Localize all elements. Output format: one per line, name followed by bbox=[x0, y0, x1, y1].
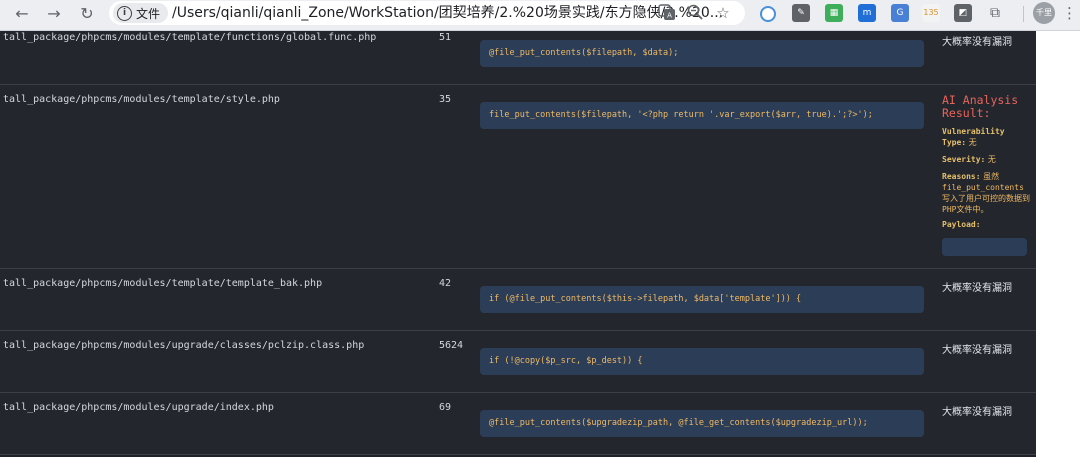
reload-icon[interactable]: ↻ bbox=[75, 2, 99, 26]
toolbar-separator bbox=[1023, 6, 1024, 22]
more-menu-icon[interactable]: ⋮ bbox=[1062, 3, 1077, 23]
page-right-margin bbox=[1036, 31, 1080, 457]
verdict-text: 大概率没有漏洞 bbox=[942, 283, 1012, 294]
table-row: tall_package/phpcms/modules/template/tem… bbox=[0, 269, 1036, 331]
severity-value: 无 bbox=[987, 155, 996, 164]
code-snippet: @file_put_contents($filepath, $data); bbox=[480, 40, 924, 67]
file-path: tall_package/phpcms/modules/template/tem… bbox=[3, 278, 323, 289]
url-text[interactable]: /Users/qianli/qianli_Zone/WorkStation/团契… bbox=[172, 3, 723, 23]
table-row: tall_package/phpcms/modules/template/sty… bbox=[0, 85, 1036, 269]
ai-analysis: AI Analysis Result: Vulnerability Type: … bbox=[942, 94, 1030, 256]
verdict-text: 大概率没有漏洞 bbox=[942, 37, 1012, 48]
table-row: tall_package/phpcms/modules/template/fun… bbox=[0, 31, 1036, 85]
code-snippet: if (@file_put_contents($this->filepath, … bbox=[480, 286, 924, 313]
results-table: tall_package/phpcms/modules/template/fun… bbox=[0, 31, 1036, 455]
table-row: tall_package/phpcms/modules/upgrade/clas… bbox=[0, 331, 1036, 393]
code-snippet: @file_put_contents($upgradezip_path, @fi… bbox=[480, 410, 924, 437]
verdict-text: 大概率没有漏洞 bbox=[942, 345, 1012, 356]
file-path: tall_package/phpcms/modules/template/fun… bbox=[3, 32, 377, 43]
bookmark-star-icon[interactable]: ☆ bbox=[713, 3, 733, 23]
edit-ext-icon[interactable]: ✎ bbox=[792, 4, 810, 22]
line-number: 69 bbox=[439, 402, 452, 413]
table-row: tall_package/phpcms/modules/upgrade/inde… bbox=[0, 393, 1036, 455]
file-chip-label: 文件 bbox=[136, 6, 161, 21]
circle-ext-icon[interactable] bbox=[760, 6, 776, 22]
m-ext-icon[interactable]: m bbox=[858, 4, 876, 22]
verdict-text: 大概率没有漏洞 bbox=[942, 407, 1012, 418]
line-number: 35 bbox=[439, 94, 452, 105]
image-ext-icon[interactable]: ◩ bbox=[954, 4, 972, 22]
line-number: 42 bbox=[439, 278, 452, 289]
code-snippet: if (!@copy($p_src, $p_dest)) { bbox=[480, 348, 924, 375]
file-path: tall_package/phpcms/modules/upgrade/clas… bbox=[3, 340, 365, 351]
payload-box bbox=[942, 238, 1027, 256]
line-number: 51 bbox=[439, 32, 452, 43]
page-content: tall_package/phpcms/modules/template/fun… bbox=[0, 31, 1080, 457]
reasons-label: Reasons: bbox=[942, 172, 981, 181]
line-number: 5624 bbox=[439, 340, 464, 351]
profile-avatar[interactable]: 千里 bbox=[1033, 2, 1055, 24]
payload-label: Payload: bbox=[942, 220, 981, 229]
file-path: tall_package/phpcms/modules/upgrade/inde… bbox=[3, 402, 274, 413]
file-path: tall_package/phpcms/modules/template/sty… bbox=[3, 94, 280, 105]
info-icon: i bbox=[117, 5, 132, 21]
site-info-chip[interactable]: i 文件 bbox=[113, 3, 169, 23]
back-arrow-icon[interactable]: ← bbox=[10, 2, 34, 26]
translate-icon[interactable]: A bbox=[657, 3, 677, 23]
translate-ext-icon[interactable]: G bbox=[891, 4, 909, 22]
code-snippet: file_put_contents($filepath, '<?php retu… bbox=[480, 102, 924, 129]
severity-label: Severity: bbox=[942, 155, 986, 164]
puzzle-extensions-icon[interactable]: ⧉ bbox=[986, 4, 1004, 22]
svg-text:A: A bbox=[667, 12, 672, 20]
forward-arrow-icon[interactable]: → bbox=[42, 2, 66, 26]
vulnerability-type-value: 无 bbox=[968, 138, 977, 147]
grid-ext-icon[interactable]: ▦ bbox=[825, 4, 843, 22]
address-bar[interactable]: i 文件 /Users/qianli/qianli_Zone/WorkStati… bbox=[109, 1, 745, 25]
ai-analysis-title: AI Analysis Result: bbox=[942, 93, 1019, 120]
ext-135-icon[interactable]: 135 bbox=[922, 4, 940, 22]
browser-toolbar: ← → ↻ i 文件 /Users/qianli/qianli_Zone/Wor… bbox=[0, 0, 1080, 31]
zoom-icon[interactable] bbox=[685, 3, 705, 23]
